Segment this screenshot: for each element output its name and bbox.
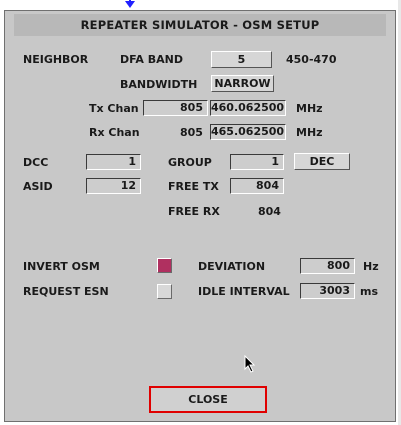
request-esn-checkbox[interactable] <box>157 284 172 299</box>
rx-chan-value: 805 <box>180 126 203 139</box>
band-range-label: 450-470 <box>286 53 337 66</box>
free-rx-label: FREE RX <box>168 205 220 218</box>
idle-interval-unit: ms <box>360 285 379 298</box>
bandwidth-label: BANDWIDTH <box>120 78 198 91</box>
idle-interval-field[interactable]: 3003 <box>300 283 355 299</box>
dcc-label: DCC <box>23 156 49 169</box>
window-title: REPEATER SIMULATOR - OSM SETUP <box>14 14 386 36</box>
dfa-band-label: DFA BAND <box>120 53 183 66</box>
dcc-field[interactable]: 1 <box>86 154 141 170</box>
request-esn-label: REQUEST ESN <box>23 285 109 298</box>
free-tx-label: FREE TX <box>168 180 219 193</box>
rx-chan-label: Rx Chan <box>89 126 140 139</box>
bandwidth-button[interactable]: NARROW <box>211 75 274 92</box>
asid-label: ASID <box>23 180 53 193</box>
neighbor-label: NEIGHBOR <box>23 53 89 66</box>
idle-interval-label: IDLE INTERVAL <box>198 285 290 298</box>
tx-unit-label: MHz <box>296 102 323 115</box>
close-button[interactable]: CLOSE <box>149 386 267 413</box>
tx-freq-field[interactable]: 460.062500 <box>210 100 286 116</box>
deviation-label: DEVIATION <box>198 260 266 273</box>
dfa-band-button[interactable]: 5 <box>211 51 272 68</box>
tx-chan-field[interactable]: 805 <box>143 100 208 116</box>
group-field[interactable]: 1 <box>230 154 284 170</box>
dec-button[interactable]: DEC <box>294 153 350 170</box>
marker-line <box>129 0 131 6</box>
invert-osm-checkbox[interactable] <box>157 258 172 273</box>
rx-unit-label: MHz <box>296 126 323 139</box>
mouse-pointer-icon <box>244 355 256 373</box>
invert-osm-label: INVERT OSM <box>23 260 100 273</box>
deviation-unit: Hz <box>363 260 379 273</box>
asid-field[interactable]: 12 <box>86 178 141 194</box>
group-label: GROUP <box>168 156 212 169</box>
free-rx-value: 804 <box>258 205 281 218</box>
tx-chan-label: Tx Chan <box>89 102 139 115</box>
free-tx-field[interactable]: 804 <box>230 178 284 194</box>
rx-freq-field[interactable]: 465.062500 <box>210 124 286 140</box>
deviation-field[interactable]: 800 <box>300 258 355 274</box>
